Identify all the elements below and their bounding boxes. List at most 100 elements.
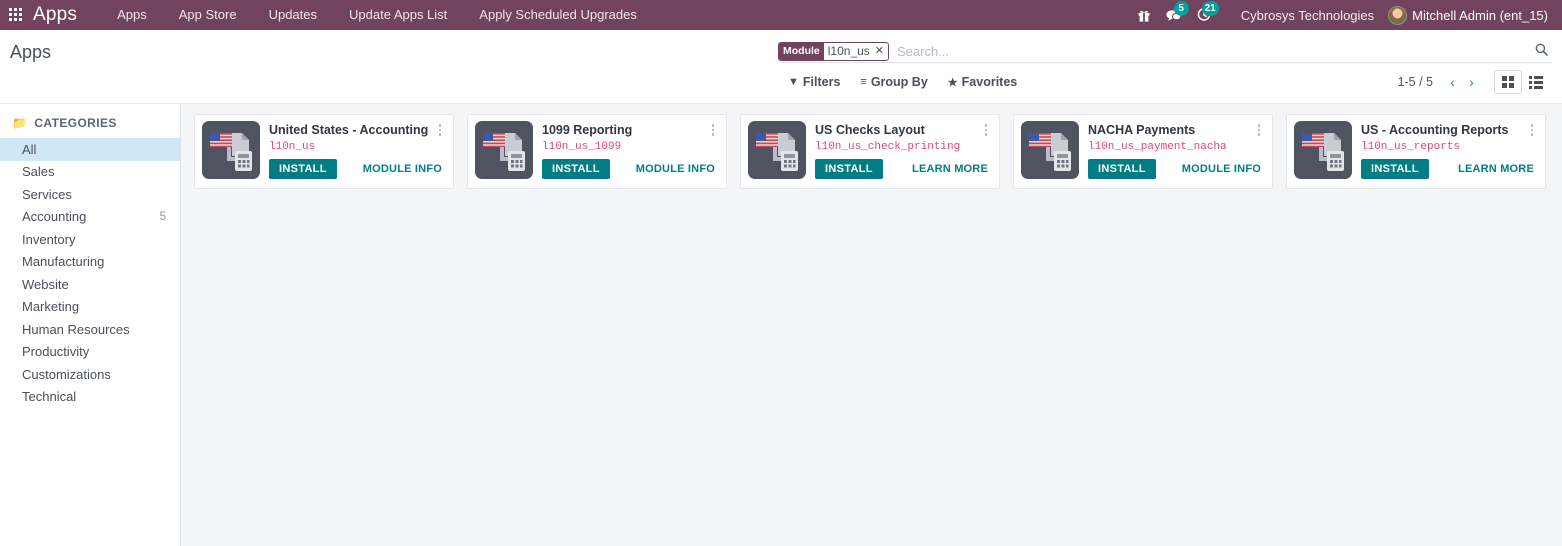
nav-item-update-apps-list[interactable]: Update Apps List bbox=[333, 0, 463, 30]
app-technical-name: l10n_us_payment_nacha bbox=[1088, 141, 1227, 153]
install-button[interactable]: INSTALL bbox=[815, 159, 883, 179]
activities-count-badge: 21 bbox=[1201, 1, 1219, 16]
activity-clock-icon[interactable]: 21 bbox=[1189, 0, 1219, 30]
chevron-left-icon[interactable]: ‹ bbox=[1443, 71, 1462, 93]
search-facet-label: Module bbox=[779, 42, 824, 60]
sidebar-item-label: Manufacturing bbox=[22, 254, 105, 270]
module-info-link[interactable]: MODULE INFO bbox=[363, 163, 442, 175]
gift-icon[interactable] bbox=[1129, 0, 1159, 30]
sidebar-item-label: All bbox=[22, 141, 37, 157]
sidebar-item-inventory[interactable]: Inventory bbox=[0, 228, 180, 251]
systray: 5 21 Cybrosys Technologies Mitchell Admi… bbox=[1129, 0, 1552, 30]
kebab-menu-icon[interactable] bbox=[1526, 122, 1538, 138]
install-button[interactable]: INSTALL bbox=[269, 159, 337, 179]
company-switcher[interactable]: Cybrosys Technologies bbox=[1241, 8, 1374, 23]
filter-icon: ▼ bbox=[788, 76, 799, 88]
app-card-actions: INSTALL MODULE INFO bbox=[542, 159, 719, 179]
search-icon[interactable] bbox=[1531, 43, 1552, 59]
kebab-menu-icon[interactable] bbox=[434, 122, 446, 138]
sidebar-item-label: Services bbox=[22, 186, 72, 202]
sidebar-item-label: Customizations bbox=[22, 366, 111, 382]
module-info-link[interactable]: LEARN MORE bbox=[912, 163, 988, 175]
app-card-body: US Checks Layout l10n_us_check_printing … bbox=[815, 121, 992, 182]
search-facet-value-text: l10n_us bbox=[827, 43, 870, 58]
favorites-label: Favorites bbox=[961, 75, 1018, 89]
user-menu[interactable]: Mitchell Admin (ent_15) bbox=[1388, 5, 1548, 25]
sidebar-item-accounting[interactable]: Accounting 5 bbox=[0, 206, 180, 229]
chevron-right-icon[interactable]: › bbox=[1462, 71, 1481, 93]
nav-item-apply-scheduled-upgrades[interactable]: Apply Scheduled Upgrades bbox=[463, 0, 653, 30]
search-facet-value: l10n_us ✕ bbox=[824, 43, 888, 60]
app-title: United States - Accounting bbox=[269, 123, 429, 137]
categories-sidebar: 📁 CATEGORIES All Sales Services Accounti… bbox=[0, 104, 181, 546]
app-technical-name: l10n_us_reports bbox=[1361, 141, 1461, 153]
sidebar-item-manufacturing[interactable]: Manufacturing bbox=[0, 251, 180, 274]
pager-and-views: 1-5 / 5 ‹ › bbox=[1398, 68, 1550, 96]
sidebar-item-all[interactable]: All bbox=[0, 138, 180, 161]
search-facet-module[interactable]: Module l10n_us ✕ bbox=[778, 41, 890, 61]
app-card[interactable]: 1099 Reporting l10n_us_1099 INSTALL MODU… bbox=[467, 114, 727, 189]
nav-item-app-store[interactable]: App Store bbox=[163, 0, 253, 30]
app-card[interactable]: United States - Accounting l10n_us INSTA… bbox=[194, 114, 454, 189]
close-icon[interactable]: ✕ bbox=[875, 43, 884, 60]
kebab-menu-icon[interactable] bbox=[707, 122, 719, 138]
app-card-body: NACHA Payments l10n_us_payment_nacha INS… bbox=[1088, 121, 1265, 182]
app-card-body: United States - Accounting l10n_us INSTA… bbox=[269, 121, 446, 182]
sidebar-item-productivity[interactable]: Productivity bbox=[0, 341, 180, 364]
sidebar-item-label: Inventory bbox=[22, 231, 76, 247]
sidebar-header: 📁 CATEGORIES bbox=[0, 116, 180, 138]
search-input[interactable] bbox=[895, 43, 1531, 59]
nav-item-apps[interactable]: Apps bbox=[101, 0, 163, 30]
module-info-link[interactable]: MODULE INFO bbox=[1182, 163, 1261, 175]
favorites-button[interactable]: ★ Favorites bbox=[938, 72, 1027, 92]
app-title: NACHA Payments bbox=[1088, 123, 1196, 137]
user-name-label: Mitchell Admin (ent_15) bbox=[1412, 7, 1548, 23]
app-card-actions: INSTALL MODULE INFO bbox=[1088, 159, 1265, 179]
top-navbar: Apps Apps App Store Updates Update Apps … bbox=[0, 0, 1562, 30]
app-card-actions: INSTALL MODULE INFO bbox=[269, 159, 446, 179]
sidebar-item-marketing[interactable]: Marketing bbox=[0, 296, 180, 319]
kebab-menu-icon[interactable] bbox=[1253, 122, 1265, 138]
kanban-view-button[interactable] bbox=[1494, 70, 1522, 94]
kebab-menu-icon[interactable] bbox=[980, 122, 992, 138]
app-card[interactable]: US Checks Layout l10n_us_check_printing … bbox=[740, 114, 1000, 189]
page-body: 📁 CATEGORIES All Sales Services Accounti… bbox=[0, 104, 1562, 546]
module-info-link[interactable]: MODULE INFO bbox=[636, 163, 715, 175]
group-by-button[interactable]: ≡ Group By bbox=[850, 72, 937, 92]
list-view-button[interactable] bbox=[1522, 70, 1550, 94]
app-card[interactable]: NACHA Payments l10n_us_payment_nacha INS… bbox=[1013, 114, 1273, 189]
view-switcher bbox=[1494, 70, 1550, 94]
sidebar-item-services[interactable]: Services bbox=[0, 183, 180, 206]
list-view-icon bbox=[1529, 75, 1543, 89]
sidebar-item-label: Human Resources bbox=[22, 321, 130, 337]
app-card-body: 1099 Reporting l10n_us_1099 INSTALL MODU… bbox=[542, 121, 719, 182]
breadcrumb[interactable]: Apps bbox=[10, 42, 51, 63]
nav-item-updates[interactable]: Updates bbox=[253, 0, 333, 30]
sidebar-item-label: Website bbox=[22, 276, 69, 292]
avatar bbox=[1388, 5, 1408, 25]
sidebar-item-website[interactable]: Website bbox=[0, 273, 180, 296]
app-title: US Checks Layout bbox=[815, 123, 925, 137]
sidebar-item-customizations[interactable]: Customizations bbox=[0, 363, 180, 386]
apps-menu-grid-icon[interactable] bbox=[9, 8, 23, 22]
install-button[interactable]: INSTALL bbox=[542, 159, 610, 179]
sidebar-item-label: Technical bbox=[22, 389, 77, 405]
module-info-link[interactable]: LEARN MORE bbox=[1458, 163, 1534, 175]
star-icon: ★ bbox=[947, 76, 958, 89]
sidebar-item-technical[interactable]: Technical bbox=[0, 386, 180, 409]
sidebar-item-human-resources[interactable]: Human Resources bbox=[0, 318, 180, 341]
install-button[interactable]: INSTALL bbox=[1361, 159, 1429, 179]
install-button[interactable]: INSTALL bbox=[1088, 159, 1156, 179]
control-panel: Apps Module l10n_us ✕ ▼ Filters ≡ Group … bbox=[0, 30, 1562, 104]
us-accounting-module-icon bbox=[748, 121, 806, 179]
app-title: US - Accounting Reports bbox=[1361, 123, 1509, 137]
app-card[interactable]: US - Accounting Reports l10n_us_reports … bbox=[1286, 114, 1546, 189]
sidebar-item-sales[interactable]: Sales bbox=[0, 161, 180, 184]
sidebar-item-label: Productivity bbox=[22, 344, 90, 360]
messages-icon[interactable]: 5 bbox=[1159, 0, 1189, 30]
filters-button[interactable]: ▼ Filters bbox=[778, 72, 850, 92]
navbar-menu: Apps App Store Updates Update Apps List … bbox=[101, 0, 653, 30]
app-brand-title[interactable]: Apps bbox=[33, 4, 77, 26]
sidebar-item-count: 5 bbox=[159, 210, 166, 223]
apps-kanban-grid: United States - Accounting l10n_us INSTA… bbox=[181, 104, 1562, 546]
